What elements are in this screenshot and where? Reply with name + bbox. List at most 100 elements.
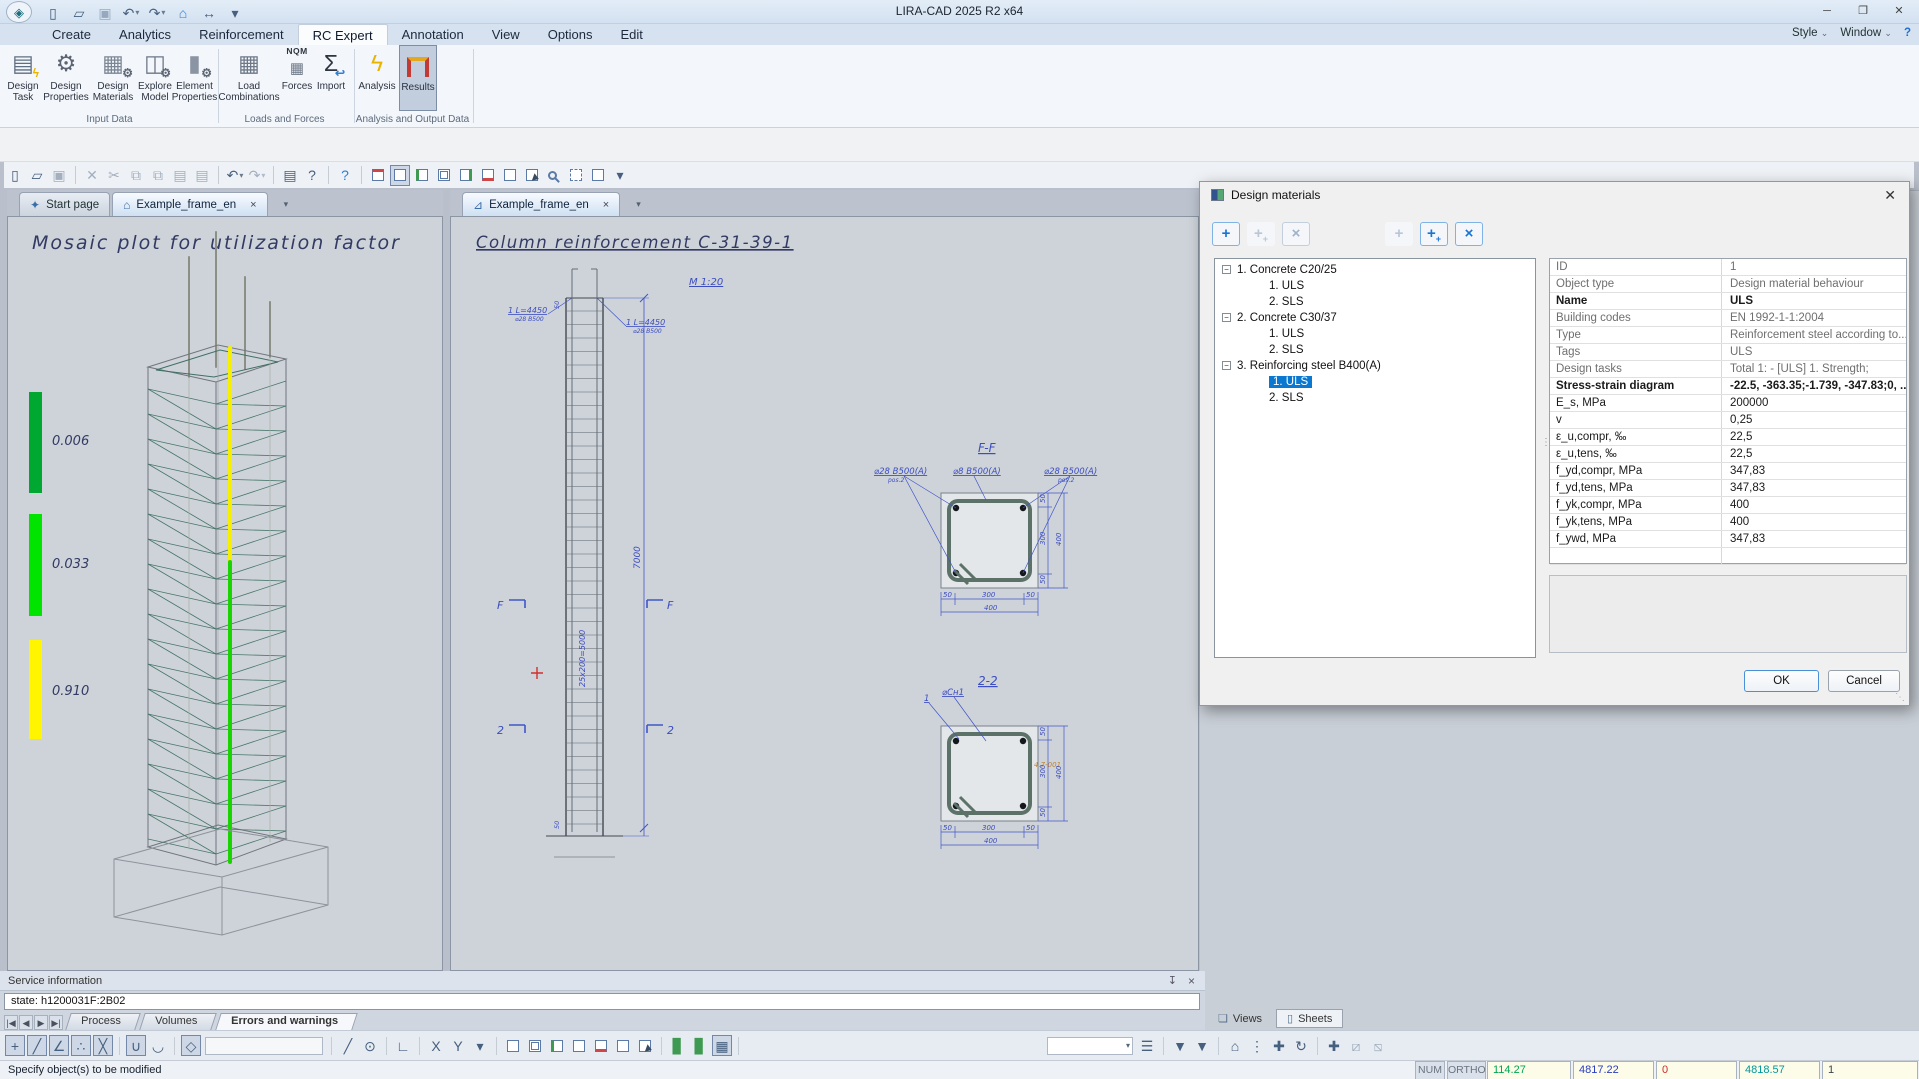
- coordinate-field[interactable]: 0: [1656, 1061, 1737, 1079]
- circle-icon[interactable]: ⊙: [360, 1035, 380, 1056]
- ribbon-tab-view[interactable]: View: [478, 24, 534, 45]
- ribbon-tab-edit[interactable]: Edit: [607, 24, 657, 45]
- property-row-f-yk-compr-mpa[interactable]: f_yk,compr, MPa400: [1550, 497, 1906, 514]
- close-icon[interactable]: ×: [1188, 974, 1195, 988]
- prev-page-icon[interactable]: ◀: [19, 1015, 33, 1030]
- toggle-num[interactable]: NUM: [1415, 1061, 1445, 1079]
- snap-line-icon[interactable]: ╱: [27, 1035, 47, 1056]
- help-button[interactable]: ?: [1904, 27, 1911, 39]
- open-folder-icon[interactable]: ▱: [27, 165, 47, 186]
- style-menu[interactable]: Style ⌄: [1792, 27, 1828, 39]
- ribbon-tab-annotation[interactable]: Annotation: [388, 24, 478, 45]
- book-green-2-icon[interactable]: ▊: [690, 1035, 710, 1056]
- filter-selection-icon[interactable]: ▼: [1170, 1035, 1190, 1056]
- unlock-icon[interactable]: ◡: [148, 1035, 168, 1056]
- service-tab-volumes[interactable]: Volumes: [139, 1013, 217, 1030]
- minimize-button[interactable]: ─: [1809, 0, 1845, 22]
- service-tab-errors-and-warnings[interactable]: Errors and warnings: [215, 1013, 358, 1030]
- new-file-icon[interactable]: ▯: [5, 165, 25, 186]
- view-green-2-icon[interactable]: [456, 165, 476, 186]
- more-views-icon[interactable]: ▾: [610, 165, 630, 186]
- drawing-pane[interactable]: Column reinforcement C-31-39-1 M 1:20 1 …: [450, 216, 1199, 971]
- coordinate-field[interactable]: 1: [1822, 1061, 1918, 1079]
- last-page-icon[interactable]: ▶|: [49, 1015, 63, 1030]
- maximize-button[interactable]: ❐: [1845, 0, 1881, 22]
- service-state-field[interactable]: state: h1200031F:2B02: [4, 993, 1200, 1010]
- view-new-window-icon[interactable]: [368, 165, 388, 186]
- tree-item-1-uls[interactable]: 1. ULS: [1215, 278, 1535, 294]
- delete-behaviour-button[interactable]: ×: [1455, 222, 1483, 246]
- display-box-3-icon[interactable]: [547, 1035, 567, 1056]
- book-green-icon[interactable]: ▊: [668, 1035, 688, 1056]
- add-behaviour-button[interactable]: +: [1385, 222, 1413, 246]
- coordinates-field[interactable]: [205, 1037, 323, 1055]
- view-plain-icon[interactable]: [500, 165, 520, 186]
- element-properties-button[interactable]: ▮⚙Element Properties: [174, 45, 215, 111]
- dialog-title-bar[interactable]: Design materials ✕: [1200, 182, 1909, 208]
- property-row-empty[interactable]: [1550, 548, 1906, 565]
- refresh-icon[interactable]: ↻: [1291, 1035, 1311, 1056]
- snap-grid-icon[interactable]: +: [5, 1035, 25, 1056]
- resize-grip[interactable]: ⋱: [1895, 692, 1906, 703]
- tree-item-2-sls[interactable]: 2. SLS: [1215, 294, 1535, 310]
- tab-list-dropdown-icon[interactable]: ▾: [636, 199, 641, 210]
- tab-list-dropdown-icon[interactable]: ▾: [284, 199, 289, 210]
- tree-item-3-reinforcing-steel-b400-a[interactable]: −3. Reinforcing steel B400(A): [1215, 358, 1535, 374]
- coordinate-field[interactable]: 114.27: [1487, 1061, 1571, 1079]
- tab-views[interactable]: ❏Views: [1208, 1010, 1272, 1027]
- ok-button[interactable]: OK: [1744, 670, 1819, 692]
- ribbon-tab-options[interactable]: Options: [534, 24, 607, 45]
- tree-item-1-concrete-c20-25[interactable]: −1. Concrete C20/25: [1215, 262, 1535, 278]
- document-tab-example-frame-en[interactable]: ⌂Example_frame_en×: [112, 192, 267, 216]
- display-box-7-icon[interactable]: [635, 1035, 655, 1056]
- paste-special-icon[interactable]: ▤: [192, 165, 212, 186]
- ucs-y-icon[interactable]: Y: [448, 1035, 468, 1056]
- collapse-icon[interactable]: −: [1222, 313, 1231, 322]
- mosaic-plot-pane[interactable]: Mosaic plot for utilization factor 0.006…: [7, 216, 443, 971]
- view-active-icon[interactable]: [390, 165, 410, 186]
- help-icon[interactable]: ?: [335, 165, 355, 186]
- properties-table[interactable]: ID1Object typeDesign material behaviourN…: [1549, 258, 1907, 564]
- property-row-e-s-mpa[interactable]: E_s, MPa200000: [1550, 395, 1906, 412]
- import-button[interactable]: Σ↩Import: [314, 45, 348, 111]
- copy-properties-icon[interactable]: ⧉: [148, 165, 168, 186]
- perpendicular-icon[interactable]: ∟: [393, 1035, 413, 1056]
- design-materials-dialog[interactable]: Design materials ✕ −1. Concrete C20/251.…: [1199, 181, 1910, 706]
- tree-item-1-uls[interactable]: 1. ULS: [1215, 374, 1535, 390]
- toggle-ortho[interactable]: ORTHO: [1447, 1061, 1486, 1079]
- analysis-button[interactable]: ϟAnalysis: [355, 45, 399, 111]
- scale-combo[interactable]: ▾: [1047, 1037, 1133, 1055]
- draw-order-2-icon[interactable]: ⧅: [1368, 1035, 1388, 1056]
- tree-item-1-uls[interactable]: 1. ULS: [1215, 326, 1535, 342]
- snap-nearest-icon[interactable]: ╳: [93, 1035, 113, 1056]
- property-row-v[interactable]: v0,25: [1550, 412, 1906, 429]
- redo-icon[interactable]: ↷▾: [247, 165, 267, 186]
- close-tab-icon[interactable]: ×: [603, 199, 609, 211]
- snap-intersection-icon[interactable]: ∠: [49, 1035, 69, 1056]
- property-row-type[interactable]: TypeReinforcement steel according to...: [1550, 327, 1906, 344]
- property-row-f-yk-tens-mpa[interactable]: f_yk,tens, MPa400: [1550, 514, 1906, 531]
- cancel-button[interactable]: Cancel: [1828, 670, 1900, 692]
- property-row-object-type[interactable]: Object typeDesign material behaviour: [1550, 276, 1906, 293]
- design-materials-button[interactable]: ▦⚙Design Materials: [90, 45, 136, 111]
- print-icon[interactable]: ▤: [280, 165, 300, 186]
- add-move-icon[interactable]: ✚: [1269, 1035, 1289, 1056]
- property-row-f-ywd-mpa[interactable]: f_ywd, MPa347,83: [1550, 531, 1906, 548]
- table-grid-icon[interactable]: ▦: [712, 1035, 732, 1056]
- next-page-icon[interactable]: ▶: [34, 1015, 48, 1030]
- property-row-u-compr[interactable]: ε_u,compr, ‰22,5: [1550, 429, 1906, 446]
- line-icon[interactable]: ╱: [338, 1035, 358, 1056]
- delete-material-button[interactable]: ×: [1282, 222, 1310, 246]
- property-row-design-tasks[interactable]: Design tasksTotal 1: - [ULS] 1. Strength…: [1550, 361, 1906, 378]
- property-row-building-codes[interactable]: Building codesEN 1992-1-1:2004: [1550, 310, 1906, 327]
- tree-item-2-sls[interactable]: 2. SLS: [1215, 390, 1535, 406]
- view-refresh-icon[interactable]: [588, 165, 608, 186]
- design-task-button[interactable]: ▤ϟDesign Task: [4, 45, 42, 111]
- magnet-icon[interactable]: ∪: [126, 1035, 146, 1056]
- property-row-stress-strain-diagram[interactable]: Stress-strain diagram-22.5, -363.35;-1.7…: [1550, 378, 1906, 395]
- display-box-5-icon[interactable]: [591, 1035, 611, 1056]
- zoom-fragment-icon[interactable]: [544, 165, 564, 186]
- first-page-icon[interactable]: |◀: [4, 1015, 18, 1030]
- whats-this-icon[interactable]: ?: [302, 165, 322, 186]
- move-icon[interactable]: ✚: [1324, 1035, 1344, 1056]
